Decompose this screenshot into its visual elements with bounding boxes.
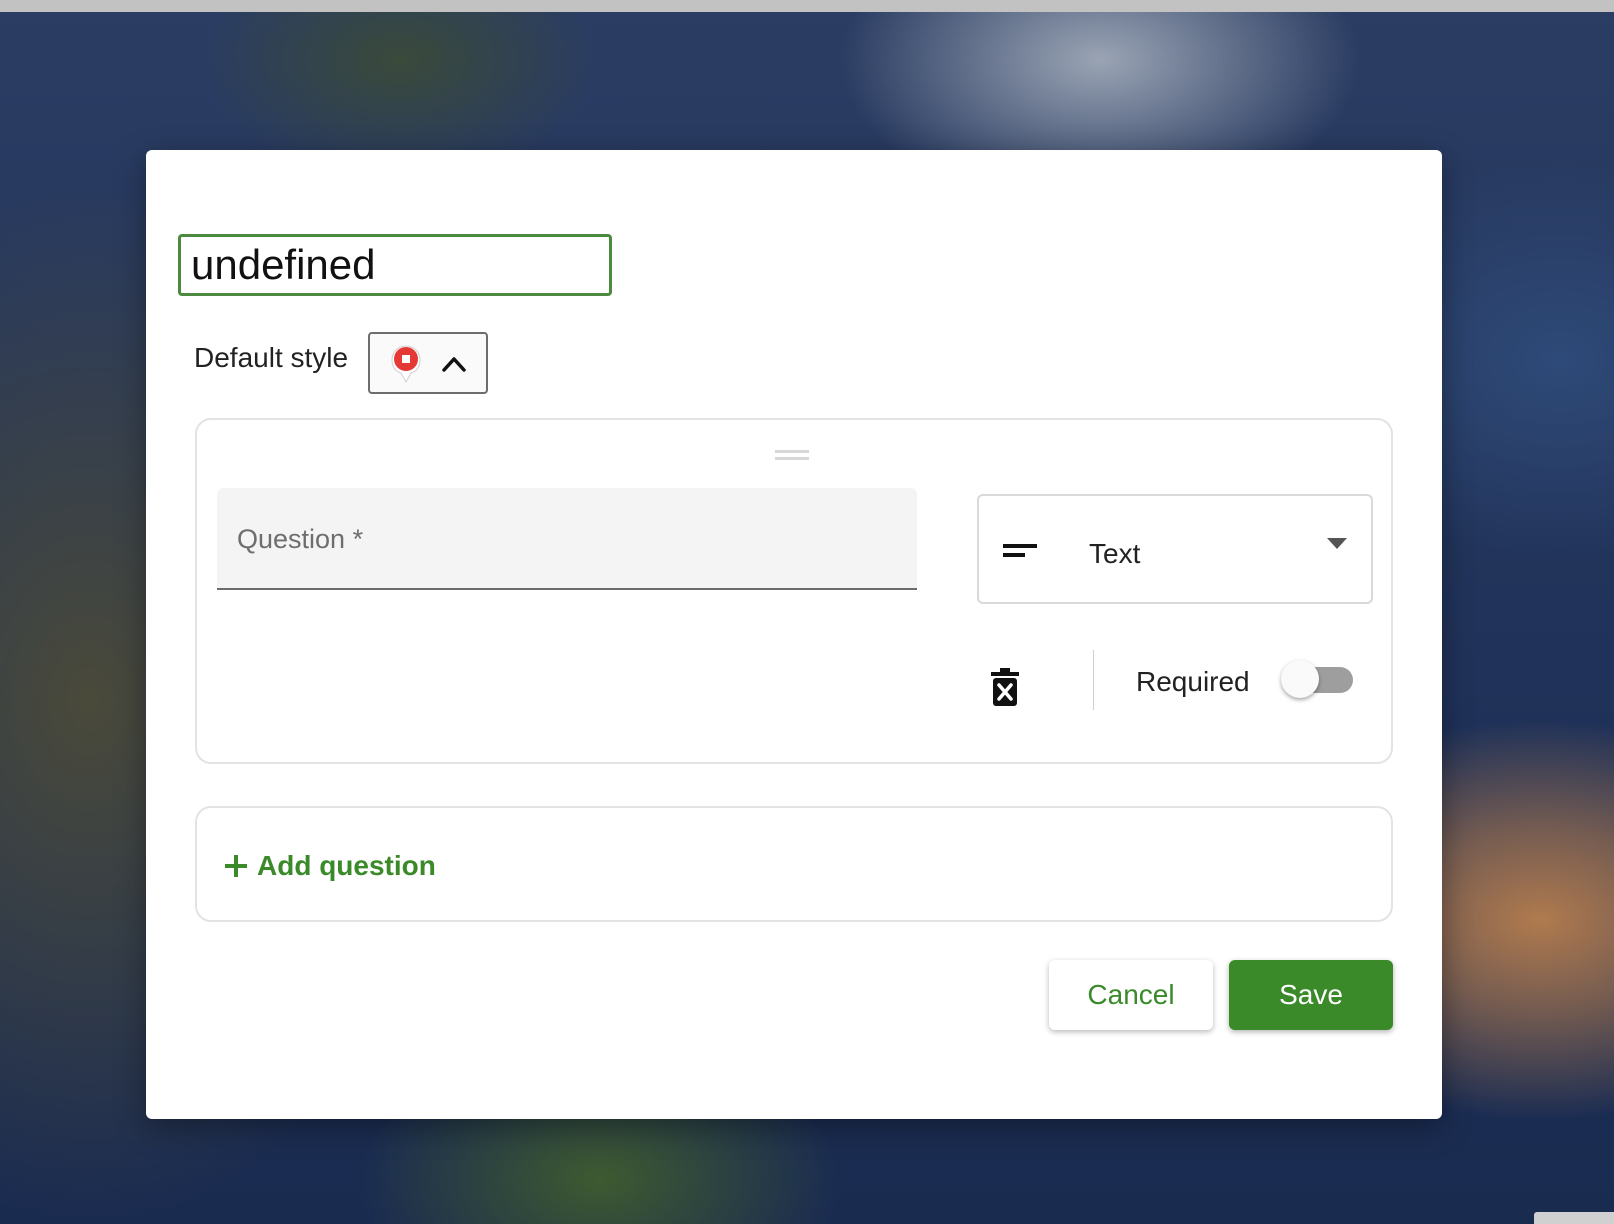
delete-forever-icon[interactable] (991, 668, 1019, 706)
map-marker-icon (391, 345, 421, 384)
question-input[interactable]: Question * (217, 488, 917, 590)
required-label: Required (1136, 666, 1250, 697)
arrow-drop-down-icon (1327, 538, 1347, 549)
divider (1093, 650, 1094, 710)
layer-name-input[interactable] (178, 234, 612, 296)
question-type-label: Text (1089, 538, 1141, 569)
toggle-knob (1281, 660, 1319, 698)
question-card: Question * Text Required (195, 418, 1393, 764)
plus-icon (225, 855, 247, 877)
cancel-button[interactable]: Cancel (1049, 960, 1213, 1030)
question-placeholder: Question * (237, 524, 364, 554)
add-question-button[interactable]: Add question (225, 848, 436, 884)
top-bar (0, 0, 1614, 12)
default-style-picker-button[interactable] (368, 332, 488, 394)
short-text-icon (1003, 544, 1037, 557)
save-button[interactable]: Save (1229, 960, 1393, 1030)
add-question-label: Add question (257, 850, 436, 881)
add-question-card: Add question (195, 806, 1393, 922)
default-style-label: Default style (194, 342, 349, 373)
required-toggle[interactable] (1281, 658, 1357, 700)
edit-layer-dialog: Default style Question * Text (146, 150, 1442, 1119)
drag-handle-icon[interactable] (775, 448, 809, 462)
question-type-select[interactable]: Text (977, 494, 1373, 604)
chevron-up-icon (442, 357, 466, 372)
map-attribution-strip (1534, 1212, 1614, 1224)
